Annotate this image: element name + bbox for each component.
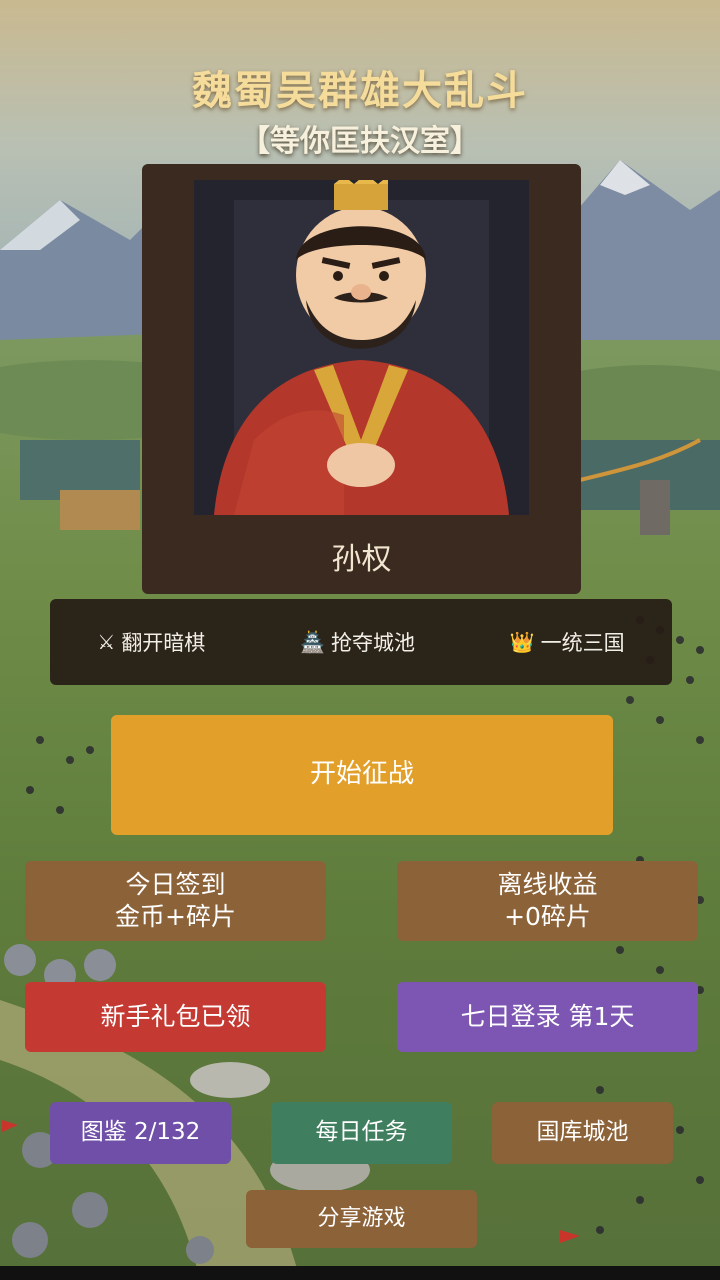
share-game-label: 分享游戏 — [317, 1205, 406, 1231]
checkin-title: 今日签到 — [125, 869, 226, 899]
feature-flip-pieces: ⚔ 翻开暗棋 — [97, 627, 205, 657]
game-subtitle: 【等你匡扶汉室】 — [240, 124, 480, 159]
codex-label: 图鉴 2/132 — [80, 1119, 201, 1146]
start-battle-label: 开始征战 — [309, 759, 414, 790]
treasury-cities-button[interactable]: 国库城池 — [492, 1102, 673, 1164]
feature-label: 抢夺城池 — [330, 631, 415, 655]
hero-name: 孙权 — [331, 542, 392, 577]
offline-title: 离线收益 — [497, 869, 598, 899]
feature-label: 翻开暗棋 — [121, 631, 206, 655]
newbie-gift-label: 新手礼包已领 — [100, 1001, 251, 1031]
feature-bar: ⚔ 翻开暗棋 🏯 抢夺城池 👑 一统三国 — [50, 599, 672, 685]
hero-card[interactable]: 孙权 — [142, 164, 581, 594]
offline-reward: +0碎片 — [504, 902, 591, 931]
newbie-gift-button[interactable]: 新手礼包已领 — [25, 982, 326, 1052]
seven-day-login-label: 七日登录 第1天 — [460, 1001, 635, 1031]
treasury-cities-label: 国库城池 — [536, 1119, 629, 1146]
daily-tasks-button[interactable]: 每日任务 — [271, 1102, 452, 1164]
daily-tasks-label: 每日任务 — [315, 1119, 408, 1146]
offline-earnings-button[interactable]: 离线收益 +0碎片 — [397, 861, 698, 941]
crown-icon: 👑 — [509, 630, 535, 654]
feature-label: 一统三国 — [540, 631, 625, 655]
castle-icon: 🏯 — [300, 630, 325, 654]
game-title: 魏蜀吴群雄大乱斗 — [192, 68, 528, 114]
bottom-bar — [0, 1266, 720, 1280]
seven-day-login-button[interactable]: 七日登录 第1天 — [397, 982, 698, 1052]
crossed-swords-icon: ⚔ — [97, 630, 116, 654]
checkin-reward: 金币+碎片 — [115, 902, 236, 931]
share-game-button[interactable]: 分享游戏 — [246, 1190, 477, 1248]
start-battle-button[interactable]: 开始征战 — [111, 715, 613, 835]
codex-button[interactable]: 图鉴 2/132 — [50, 1102, 231, 1164]
emperor-portrait-icon — [194, 180, 529, 515]
feature-capture-cities: 🏯 抢夺城池 — [300, 627, 415, 657]
feature-unify-kingdoms: 👑 一统三国 — [510, 627, 625, 657]
daily-checkin-button[interactable]: 今日签到 金币+碎片 — [25, 861, 326, 941]
